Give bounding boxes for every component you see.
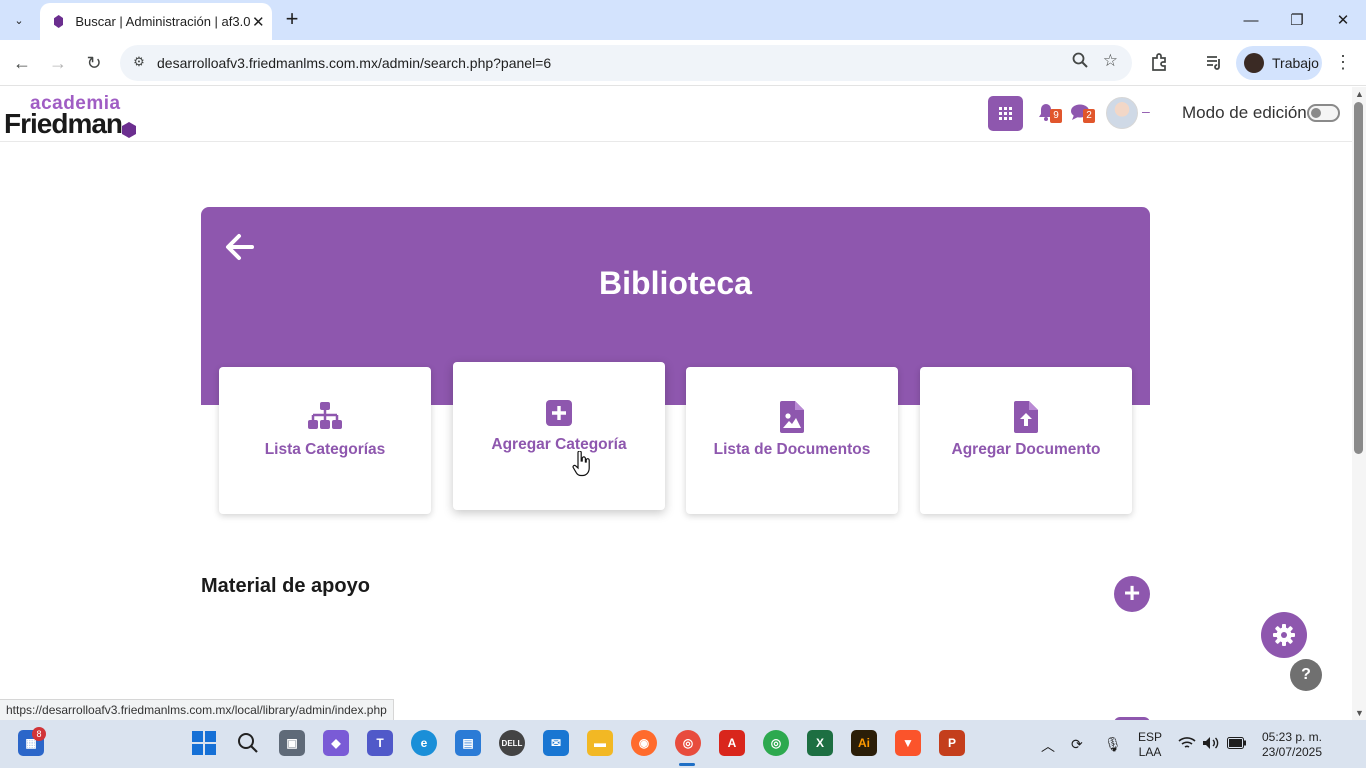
zoom-icon[interactable] (1072, 52, 1088, 73)
help-question-button[interactable]: ? (1290, 659, 1322, 691)
card-label: Lista Categorías (264, 441, 386, 458)
card-lista-categorias[interactable]: Lista Categorías (219, 367, 431, 514)
file-explorer-icon[interactable]: ▬ (587, 730, 613, 756)
forward-nav-icon[interactable]: → (44, 50, 72, 76)
illustrator-icon[interactable]: Ai (851, 730, 877, 756)
address-bar[interactable]: ⚙ desarrolloafv3.friedmanlms.com.mx/admi… (120, 45, 1132, 81)
card-agregar-documento[interactable]: Agregar Documento (920, 367, 1132, 514)
back-arrow-icon[interactable] (225, 233, 255, 261)
logo-text-big: Friedman (4, 108, 123, 139)
browser-tab-strip: ⌄ Buscar | Administración | af3.0 ✕ + — … (0, 0, 1366, 40)
window-close-icon[interactable]: ✕ (1320, 6, 1366, 34)
card-label: Agregar Categoría (491, 436, 627, 453)
bookmark-star-icon[interactable]: ☆ (1103, 51, 1118, 71)
maximize-icon[interactable]: ❐ (1274, 6, 1320, 34)
browser-menu-icon[interactable]: ⋮ (1334, 52, 1352, 73)
section-title: Material de apoyo (201, 575, 370, 597)
battery-icon[interactable] (1227, 736, 1247, 752)
task-view-icon[interactable]: ▣ (279, 730, 305, 756)
hand-cursor-icon (572, 450, 590, 477)
brave-icon[interactable]: ▼ (895, 730, 921, 756)
sync-icon[interactable]: ⟳ (1071, 736, 1083, 753)
microsoft-store-icon[interactable]: ▤ (455, 730, 481, 756)
wifi-icon[interactable] (1178, 736, 1196, 753)
tab-title: Buscar | Administración | af3.0 (75, 14, 251, 29)
add-material-button[interactable]: + (1114, 576, 1150, 612)
active-app-indicator (679, 763, 695, 766)
media-control-icon[interactable] (1203, 52, 1225, 74)
mail-icon[interactable]: ✉ (543, 730, 569, 756)
excel-icon[interactable]: X (807, 730, 833, 756)
card-label: Agregar Documento (951, 441, 1101, 458)
language-indicator[interactable]: ESP LAA (1137, 730, 1163, 760)
microphone-icon[interactable]: 🎙 (1104, 736, 1122, 753)
dell-icon[interactable]: DELL (499, 730, 525, 756)
file-image-icon (686, 401, 898, 433)
address-url[interactable]: desarrolloafv3.friedmanlms.com.mx/admin/… (157, 55, 551, 71)
clock[interactable]: 05:23 p. m. 23/07/2025 (1256, 730, 1328, 760)
clock-date: 23/07/2025 (1261, 745, 1323, 759)
copilot-icon[interactable]: ◆ (323, 730, 349, 756)
taskbar-search-icon[interactable] (235, 730, 261, 756)
logo-hexagon-icon (122, 122, 136, 138)
apps-grid-button[interactable] (988, 96, 1023, 131)
new-tab-icon[interactable]: + (280, 8, 304, 32)
chrome-profile-icon[interactable]: ◎ (763, 730, 789, 756)
scroll-down-icon[interactable]: ▼ (1355, 708, 1364, 718)
profile-avatar (1244, 53, 1264, 73)
academia-friedman-logo[interactable]: academia Friedman (4, 93, 144, 139)
settings-gear-button[interactable] (1261, 612, 1307, 658)
card-label: Lista de Documentos (713, 441, 871, 458)
file-upload-icon (920, 401, 1132, 433)
profile-button[interactable]: Trabajo (1236, 46, 1322, 80)
site-info-icon[interactable]: ⚙ (130, 54, 148, 72)
tray-overflow-icon[interactable]: ︿ (1041, 736, 1055, 756)
reload-icon[interactable]: ↻ (80, 50, 108, 76)
gear-icon (1273, 624, 1295, 646)
profile-label: Trabajo (1272, 55, 1319, 71)
page-scrollbar[interactable]: ▲ ▼ (1352, 87, 1366, 720)
widgets-badge: 8 (32, 727, 46, 741)
minimize-icon[interactable]: — (1228, 6, 1274, 34)
language-layout: LAA (1138, 745, 1162, 759)
firefox-icon[interactable]: ◉ (631, 730, 657, 756)
messages-badge: 2 (1083, 109, 1095, 123)
grid-icon (999, 107, 1012, 120)
toggle-knob (1311, 108, 1321, 118)
tab-search-icon[interactable]: ⌄ (6, 8, 32, 32)
powerpoint-icon[interactable]: P (939, 730, 965, 756)
edit-mode-label: Modo de edición (1182, 103, 1307, 122)
edge-icon[interactable]: e (411, 730, 437, 756)
chrome-icon[interactable]: ◎ (675, 730, 701, 756)
browser-tab-active[interactable]: Buscar | Administración | af3.0 ✕ (40, 3, 272, 40)
scrollbar-thumb[interactable] (1354, 102, 1363, 454)
site-favicon-icon (54, 15, 64, 28)
windows-start-icon[interactable] (191, 730, 217, 756)
plus-square-icon (453, 400, 665, 432)
sitemap-icon (219, 401, 431, 433)
volume-icon[interactable] (1202, 736, 1220, 753)
clock-time: 05:23 p. m. (1261, 730, 1323, 744)
acrobat-icon[interactable]: A (719, 730, 745, 756)
scroll-up-icon[interactable]: ▲ (1355, 89, 1364, 99)
user-menu-caret-icon[interactable]: – (1142, 103, 1150, 119)
user-avatar[interactable] (1106, 97, 1138, 129)
library-title: Biblioteca (599, 265, 752, 301)
language-code: ESP (1137, 730, 1162, 744)
site-header: academia Friedman 9 2 – Modo de edición (0, 87, 1352, 142)
notifications-badge: 9 (1050, 109, 1062, 123)
edit-mode-toggle[interactable] (1307, 104, 1340, 122)
back-nav-icon[interactable]: ← (8, 50, 36, 76)
status-bar-url: https://desarrolloafv3.friedmanlms.com.m… (0, 699, 394, 720)
card-agregar-categoria[interactable]: Agregar Categoría (453, 362, 665, 510)
tab-close-icon[interactable]: ✕ (250, 12, 266, 32)
extensions-icon[interactable] (1149, 52, 1171, 74)
browser-toolbar: ← → ↻ ⚙ desarrolloafv3.friedmanlms.com.m… (0, 40, 1366, 86)
card-lista-documentos[interactable]: Lista de Documentos (686, 367, 898, 514)
teams-icon[interactable]: T (367, 730, 393, 756)
